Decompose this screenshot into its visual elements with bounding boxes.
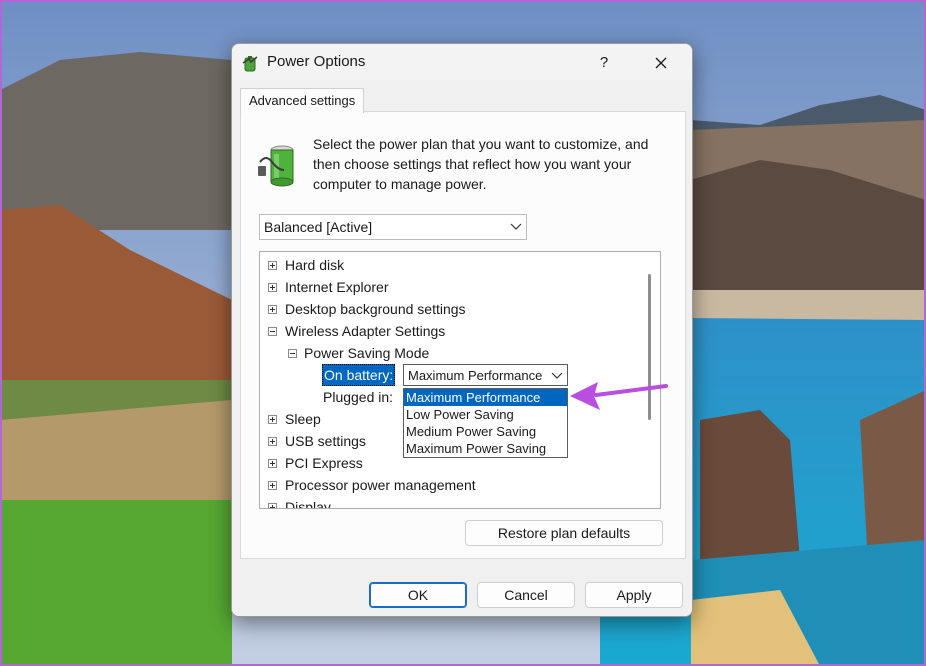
tab-advanced-settings[interactable]: Advanced settings	[240, 88, 365, 113]
collapse-icon[interactable]	[268, 327, 277, 336]
on-battery-value: Maximum Performance	[408, 368, 543, 383]
title-bar[interactable]: Power Options ?	[232, 44, 692, 80]
chevron-down-icon	[510, 223, 522, 230]
intro-text: Select the power plan that you want to c…	[313, 136, 649, 192]
expand-icon[interactable]	[268, 283, 277, 292]
collapse-icon[interactable]	[288, 349, 297, 358]
expand-icon[interactable]	[268, 459, 277, 468]
power-plan-icon	[258, 145, 294, 187]
dropdown-option[interactable]: Low Power Saving	[404, 406, 567, 423]
apply-button[interactable]: Apply	[585, 582, 683, 608]
annotation-arrow-icon	[570, 382, 668, 410]
power-plan-select[interactable]: Balanced [Active]	[259, 214, 527, 240]
expand-icon[interactable]	[268, 437, 277, 446]
help-button[interactable]: ?	[588, 50, 620, 76]
cancel-button[interactable]: Cancel	[477, 582, 575, 608]
battery-plug-icon	[242, 56, 258, 72]
window-title: Power Options	[267, 53, 366, 70]
dropdown-option[interactable]: Medium Power Saving	[404, 423, 567, 440]
dropdown-option[interactable]: Maximum Power Saving	[404, 440, 567, 457]
ok-button[interactable]: OK	[369, 582, 467, 608]
on-battery-dropdown[interactable]: Maximum Performance Low Power Saving Med…	[403, 388, 568, 458]
on-battery-label[interactable]: On battery:	[322, 364, 396, 386]
dialog-footer: OK Cancel Apply	[232, 566, 692, 616]
chevron-down-icon	[551, 372, 563, 379]
expand-icon[interactable]	[268, 261, 277, 270]
plan-select-value: Balanced [Active]	[264, 219, 373, 235]
close-icon[interactable]	[645, 50, 677, 76]
dropdown-option[interactable]: Maximum Performance	[404, 389, 567, 406]
expand-icon[interactable]	[268, 415, 277, 424]
expand-icon[interactable]	[268, 305, 277, 314]
restore-defaults-button[interactable]: Restore plan defaults	[465, 520, 663, 546]
plugged-in-label[interactable]: Plugged in:	[323, 387, 393, 407]
expand-icon[interactable]	[268, 481, 277, 490]
on-battery-combo[interactable]: Maximum Performance	[403, 364, 568, 386]
power-options-dialog: Power Options ? Advanced settings Select…	[231, 43, 693, 617]
expand-icon[interactable]	[268, 503, 277, 508]
